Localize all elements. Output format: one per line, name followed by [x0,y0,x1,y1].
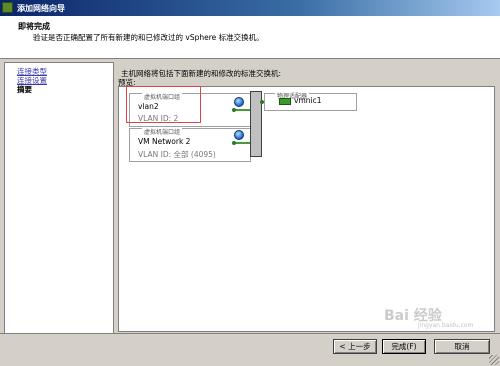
watermark-sub: jingyan.baidu.com [418,322,474,329]
title-bar[interactable]: 添加网络向导 [0,0,500,16]
network-preview-canvas: 虚拟机端口组 vlan2 VLAN ID: 2 虚拟机端口组 VM Networ… [118,86,495,332]
window-title: 添加网络向导 [17,4,65,13]
cancel-button[interactable]: 取消 [434,339,490,354]
footer-separator [0,333,500,334]
nic-icon [279,98,291,105]
network-globe-icon [234,130,244,140]
app-icon [2,2,13,13]
nav-item-summary: 摘要 [17,85,32,94]
nic-label: vmnic1 [294,96,322,105]
wizard-step-nav: 连接类型 连接设置 摘要 [4,62,114,334]
portgroup-vm-network-2[interactable]: 虚拟机端口组 VM Network 2 VLAN ID: 全部 (4095) [129,127,251,162]
wizard-header: 即将完成 验证是否正确配置了所有新建的和已修改过的 vSphere 标准交换机。 [0,16,500,59]
portgroup-name: VM Network 2 [138,137,191,146]
step-subtitle: 验证是否正确配置了所有新建的和已修改过的 vSphere 标准交换机。 [33,33,264,42]
portgroup-header: 虚拟机端口组 [142,127,183,136]
connection-dot [232,141,236,145]
connection-dot [232,108,236,112]
resize-grip[interactable] [489,355,499,365]
network-globe-icon [234,97,244,107]
connection-line [234,109,250,111]
finish-button[interactable]: 完成(F) [382,339,426,354]
highlight-box [126,86,201,123]
connection-line [234,142,250,144]
back-button[interactable]: < 上一步 [333,339,377,354]
summary-panel: 主机网络将包括下面新建的和修改的标准交换机: 预览: 虚拟机端口组 vlan2 … [115,62,496,332]
portgroup-vlan-id: VLAN ID: 全部 (4095) [138,150,216,159]
summary-description: 主机网络将包括下面新建的和修改的标准交换机: [121,69,282,78]
add-network-wizard-window: 添加网络向导 即将完成 验证是否正确配置了所有新建的和已修改过的 vSphere… [0,0,500,366]
step-title: 即将完成 [18,22,50,31]
